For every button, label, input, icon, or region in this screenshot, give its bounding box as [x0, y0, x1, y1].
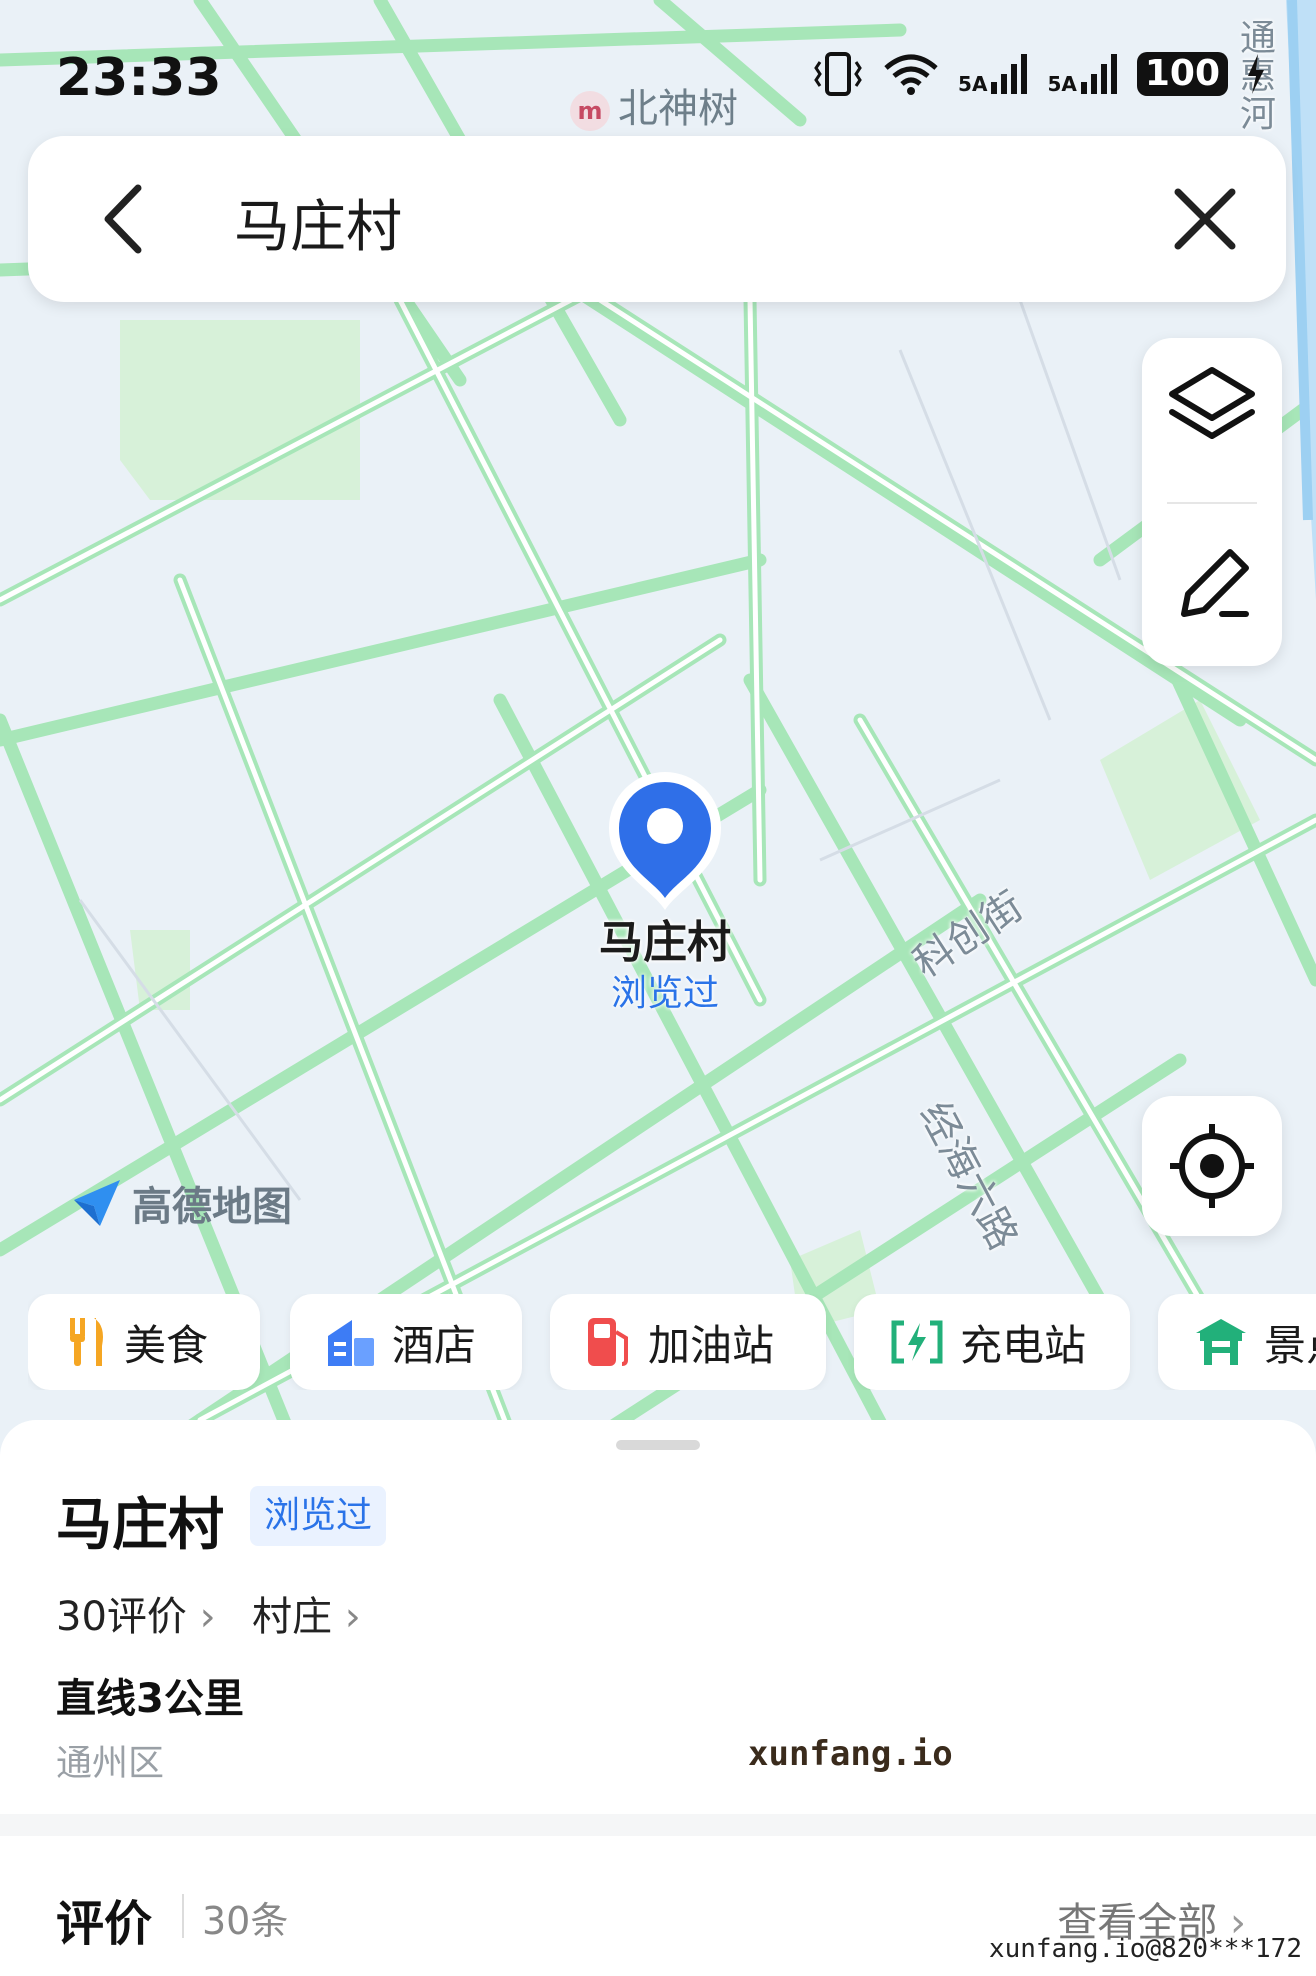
sheet-drag-handle[interactable]	[616, 1440, 700, 1450]
reviews-title-separator	[182, 1894, 184, 1938]
distance: 直线3公里	[56, 1676, 244, 1722]
category-charging-station[interactable]: 充电站	[854, 1294, 1130, 1390]
locate-me-button[interactable]	[1142, 1096, 1282, 1236]
hotel-icon	[328, 1320, 374, 1366]
vibrate-icon	[814, 52, 862, 96]
scenic-spot-icon	[1196, 1319, 1246, 1365]
category-hotel[interactable]: 酒店	[290, 1294, 522, 1390]
place-title: 马庄村	[56, 1493, 224, 1558]
close-icon[interactable]	[1164, 178, 1246, 260]
reviews-section-title: 评价	[56, 1896, 153, 1952]
pin-visited-label: 浏览过	[610, 973, 719, 1014]
status-bar: 23:33 5A 5A 100	[0, 0, 1316, 130]
back-arrow-icon[interactable]	[84, 178, 166, 260]
chevron-right-icon: ›	[344, 1594, 361, 1640]
amap-logo-icon	[74, 1180, 120, 1226]
category-gas-station[interactable]: 加油站	[550, 1294, 826, 1390]
edit-pen-icon[interactable]	[1142, 502, 1282, 666]
visited-badge: 浏览过	[250, 1486, 387, 1546]
location-pin-icon[interactable]	[603, 766, 727, 916]
battery-indicator: 100	[1136, 52, 1228, 96]
crosshair-icon	[1170, 1124, 1254, 1208]
category-food[interactable]: 美食	[28, 1294, 260, 1390]
cell-signal-1: 5A	[958, 54, 1029, 94]
charging-station-icon	[891, 1320, 943, 1364]
watermark-center: xunfang.io	[748, 1734, 953, 1774]
amap-logo: 高德地图	[70, 1174, 292, 1232]
watermark-corner: xunfang.io@820***172	[988, 1934, 1302, 1964]
reviews-count: 30条	[202, 1899, 289, 1943]
section-divider	[0, 1814, 1316, 1836]
category-scenic-spot[interactable]: 景点	[1158, 1294, 1316, 1390]
charging-icon	[1248, 54, 1264, 94]
category-link[interactable]: 村庄 ›	[252, 1584, 361, 1642]
district: 通州区	[56, 1743, 165, 1784]
status-time: 23:33	[56, 48, 222, 108]
chevron-right-icon: ›	[199, 1594, 216, 1640]
signal-bars-icon	[991, 54, 1028, 94]
search-bar[interactable]: 马庄村	[28, 136, 1286, 302]
signal-bars-icon	[1080, 54, 1117, 94]
wifi-icon	[884, 54, 938, 95]
reviews-link[interactable]: 30评价 ›	[56, 1584, 216, 1642]
map-side-controls	[1142, 338, 1282, 666]
layers-icon[interactable]	[1142, 338, 1282, 502]
gas-station-icon	[588, 1318, 628, 1366]
pin-place-name[interactable]: 马庄村	[560, 906, 770, 970]
category-chips: 美食 酒店 加油站 充电站 景点	[28, 1294, 1316, 1390]
cell-signal-2: 5A	[1047, 54, 1118, 94]
status-icons: 5A 5A 100	[812, 52, 1266, 96]
search-query[interactable]: 马庄村	[234, 182, 402, 263]
food-icon	[70, 1318, 103, 1366]
